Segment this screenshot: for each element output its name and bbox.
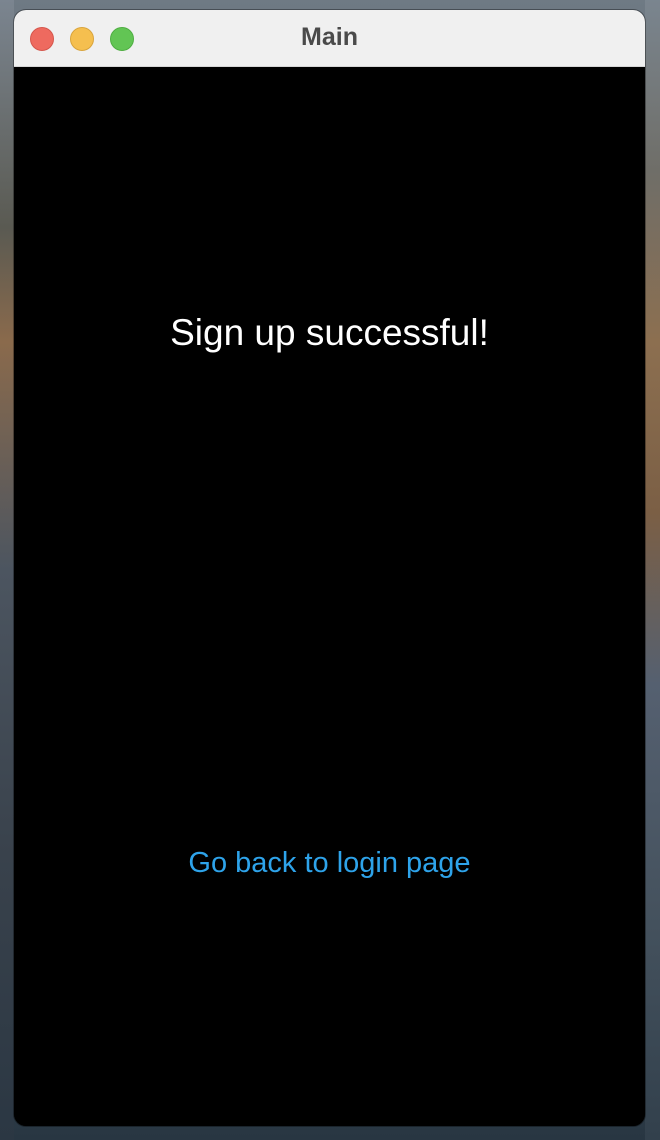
go-back-to-login-link[interactable]: Go back to login page bbox=[14, 845, 645, 881]
desktop-background-left bbox=[0, 0, 14, 1140]
app-window: Main Sign up successful! Go back to logi… bbox=[14, 10, 645, 1126]
window-titlebar[interactable]: Main bbox=[14, 10, 645, 67]
window-title: Main bbox=[301, 23, 358, 51]
desktop-background-right bbox=[645, 0, 660, 1140]
main-content: Sign up successful! Go back to login pag… bbox=[14, 67, 645, 1126]
success-message: Sign up successful! bbox=[170, 312, 489, 353]
